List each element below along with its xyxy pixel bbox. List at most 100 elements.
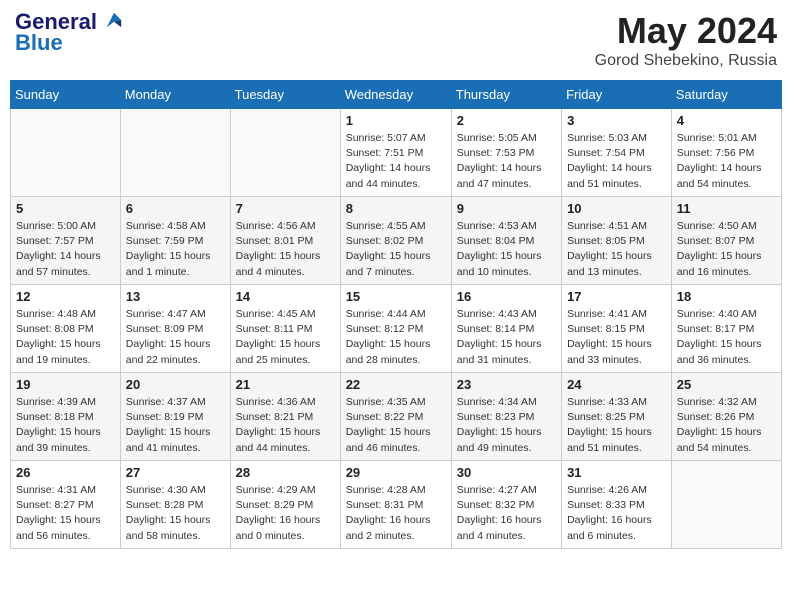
day-number: 15 bbox=[346, 289, 446, 304]
day-info: Sunrise: 4:31 AMSunset: 8:27 PMDaylight:… bbox=[16, 483, 115, 544]
calendar-empty-cell bbox=[230, 109, 340, 197]
daylight-text: Daylight: 15 hours and 10 minutes. bbox=[457, 249, 556, 279]
day-number: 11 bbox=[677, 201, 776, 216]
day-info: Sunrise: 5:05 AMSunset: 7:53 PMDaylight:… bbox=[457, 131, 556, 192]
day-number: 13 bbox=[126, 289, 225, 304]
day-info: Sunrise: 4:56 AMSunset: 8:01 PMDaylight:… bbox=[236, 219, 335, 280]
calendar-day-cell: 16Sunrise: 4:43 AMSunset: 8:14 PMDayligh… bbox=[451, 285, 561, 373]
weekday-header-saturday: Saturday bbox=[671, 81, 781, 109]
day-number: 1 bbox=[346, 113, 446, 128]
daylight-text: Daylight: 14 hours and 44 minutes. bbox=[346, 161, 446, 191]
calendar-day-cell: 27 Sunrise: 4:30 AMSunset: 8:28 PMDayligh… bbox=[120, 461, 230, 549]
day-number: 24 bbox=[567, 377, 666, 392]
weekday-header-thursday: Thursday bbox=[451, 81, 561, 109]
day-number: 10 bbox=[567, 201, 666, 216]
sunset-text: Sunset: 8:27 PM bbox=[16, 498, 115, 513]
daylight-text: Daylight: 14 hours and 51 minutes. bbox=[567, 161, 666, 191]
daylight-text: Daylight: 15 hours and 4 minutes. bbox=[236, 249, 335, 279]
sunset-text: Sunset: 8:22 PM bbox=[346, 410, 446, 425]
day-info: Sunrise: 4:35 AMSunset: 8:22 PMDaylight:… bbox=[346, 395, 446, 456]
calendar-day-cell: 10Sunrise: 4:51 AMSunset: 8:05 PMDayligh… bbox=[562, 197, 672, 285]
calendar-day-cell: 4Sunrise: 5:01 AMSunset: 7:56 PMDaylight… bbox=[671, 109, 781, 197]
calendar-table: SundayMondayTuesdayWednesdayThursdayFrid… bbox=[10, 80, 782, 549]
day-number: 8 bbox=[346, 201, 446, 216]
sunrise-text: Sunrise: 4:28 AM bbox=[346, 483, 446, 498]
sunset-text: Sunset: 8:15 PM bbox=[567, 322, 666, 337]
day-number: 12 bbox=[16, 289, 115, 304]
day-info: Sunrise: 4:27 AMSunset: 8:32 PMDaylight:… bbox=[457, 483, 556, 544]
day-info: Sunrise: 4:34 AMSunset: 8:23 PMDaylight:… bbox=[457, 395, 556, 456]
month-title: May 2024 bbox=[595, 10, 777, 52]
day-number: 14 bbox=[236, 289, 335, 304]
calendar-day-cell: 17Sunrise: 4:41 AMSunset: 8:15 PMDayligh… bbox=[562, 285, 672, 373]
sunset-text: Sunset: 7:59 PM bbox=[126, 234, 225, 249]
day-info: Sunrise: 4:40 AMSunset: 8:17 PMDaylight:… bbox=[677, 307, 776, 368]
calendar-day-cell: 20 Sunrise: 4:37 AMSunset: 8:19 PMDayligh… bbox=[120, 373, 230, 461]
day-info: Sunrise: 4:53 AMSunset: 8:04 PMDaylight:… bbox=[457, 219, 556, 280]
sunrise-text: Sunrise: 5:01 AM bbox=[677, 131, 776, 146]
day-info: Sunrise: 4:37 AMSunset: 8:19 PMDaylight:… bbox=[126, 395, 225, 456]
calendar-empty-cell bbox=[11, 109, 121, 197]
calendar-day-cell: 18Sunrise: 4:40 AMSunset: 8:17 PMDayligh… bbox=[671, 285, 781, 373]
sunrise-text: Sunrise: 4:29 AM bbox=[236, 483, 335, 498]
day-number: 2 bbox=[457, 113, 556, 128]
day-info: Sunrise: 4:48 AMSunset: 8:08 PMDaylight:… bbox=[16, 307, 115, 368]
calendar-day-cell: 29Sunrise: 4:28 AMSunset: 8:31 PMDayligh… bbox=[340, 461, 451, 549]
day-info: Sunrise: 4:47 AMSunset: 8:09 PMDaylight:… bbox=[126, 307, 225, 368]
sunset-text: Sunset: 8:02 PM bbox=[346, 234, 446, 249]
calendar-week-row: 5Sunrise: 5:00 AMSunset: 7:57 PMDaylight… bbox=[11, 197, 782, 285]
sunrise-text: Sunrise: 4:32 AM bbox=[677, 395, 776, 410]
sunset-text: Sunset: 7:54 PM bbox=[567, 146, 666, 161]
day-info: Sunrise: 4:36 AMSunset: 8:21 PMDaylight:… bbox=[236, 395, 335, 456]
daylight-text: Daylight: 15 hours and 46 minutes. bbox=[346, 425, 446, 455]
day-number: 7 bbox=[236, 201, 335, 216]
sunrise-text: Sunrise: 4:30 AM bbox=[126, 483, 225, 498]
sunrise-text: Sunrise: 5:07 AM bbox=[346, 131, 446, 146]
daylight-text: Daylight: 15 hours and 31 minutes. bbox=[457, 337, 556, 367]
daylight-text: Daylight: 15 hours and 51 minutes. bbox=[567, 425, 666, 455]
day-number: 3 bbox=[567, 113, 666, 128]
sunrise-text: Sunrise: 5:00 AM bbox=[16, 219, 115, 234]
calendar-day-cell: 30Sunrise: 4:27 AMSunset: 8:32 PMDayligh… bbox=[451, 461, 561, 549]
sunrise-text: Sunrise: 4:43 AM bbox=[457, 307, 556, 322]
sunrise-text: Sunrise: 4:47 AM bbox=[126, 307, 225, 322]
sunrise-text: Sunrise: 4:36 AM bbox=[236, 395, 335, 410]
day-number: 22 bbox=[346, 377, 446, 392]
daylight-text: Daylight: 14 hours and 57 minutes. bbox=[16, 249, 115, 279]
sunset-text: Sunset: 8:33 PM bbox=[567, 498, 666, 513]
sunset-text: Sunset: 8:01 PM bbox=[236, 234, 335, 249]
calendar-day-cell: 26 Sunrise: 4:31 AMSunset: 8:27 PMDayligh… bbox=[11, 461, 121, 549]
day-info: Sunrise: 4:45 AMSunset: 8:11 PMDaylight:… bbox=[236, 307, 335, 368]
calendar-day-cell: 13 Sunrise: 4:47 AMSunset: 8:09 PMDayligh… bbox=[120, 285, 230, 373]
sunset-text: Sunset: 8:23 PM bbox=[457, 410, 556, 425]
day-number: 20 bbox=[126, 377, 225, 392]
day-number: 31 bbox=[567, 465, 666, 480]
sunrise-text: Sunrise: 4:39 AM bbox=[16, 395, 115, 410]
calendar-day-cell: 21Sunrise: 4:36 AMSunset: 8:21 PMDayligh… bbox=[230, 373, 340, 461]
sunrise-text: Sunrise: 5:03 AM bbox=[567, 131, 666, 146]
sunset-text: Sunset: 8:04 PM bbox=[457, 234, 556, 249]
day-info: Sunrise: 4:30 AMSunset: 8:28 PMDaylight:… bbox=[126, 483, 225, 544]
sunrise-text: Sunrise: 4:48 AM bbox=[16, 307, 115, 322]
sunset-text: Sunset: 8:12 PM bbox=[346, 322, 446, 337]
daylight-text: Daylight: 15 hours and 54 minutes. bbox=[677, 425, 776, 455]
sunset-text: Sunset: 8:09 PM bbox=[126, 322, 225, 337]
day-info: Sunrise: 5:03 AMSunset: 7:54 PMDaylight:… bbox=[567, 131, 666, 192]
sunset-text: Sunset: 8:19 PM bbox=[126, 410, 225, 425]
daylight-text: Daylight: 14 hours and 47 minutes. bbox=[457, 161, 556, 191]
calendar-day-cell: 22 Sunrise: 4:35 AMSunset: 8:22 PMDayligh… bbox=[340, 373, 451, 461]
day-number: 26 bbox=[16, 465, 115, 480]
calendar-week-row: 19Sunrise: 4:39 AMSunset: 8:18 PMDayligh… bbox=[11, 373, 782, 461]
sunrise-text: Sunrise: 4:50 AM bbox=[677, 219, 776, 234]
sunset-text: Sunset: 7:57 PM bbox=[16, 234, 115, 249]
day-info: Sunrise: 5:00 AMSunset: 7:57 PMDaylight:… bbox=[16, 219, 115, 280]
daylight-text: Daylight: 15 hours and 13 minutes. bbox=[567, 249, 666, 279]
day-number: 27 bbox=[126, 465, 225, 480]
sunset-text: Sunset: 7:53 PM bbox=[457, 146, 556, 161]
daylight-text: Daylight: 15 hours and 58 minutes. bbox=[126, 513, 225, 543]
day-info: Sunrise: 4:50 AMSunset: 8:07 PMDaylight:… bbox=[677, 219, 776, 280]
daylight-text: Daylight: 15 hours and 7 minutes. bbox=[346, 249, 446, 279]
day-number: 29 bbox=[346, 465, 446, 480]
weekday-header-tuesday: Tuesday bbox=[230, 81, 340, 109]
daylight-text: Daylight: 14 hours and 54 minutes. bbox=[677, 161, 776, 191]
